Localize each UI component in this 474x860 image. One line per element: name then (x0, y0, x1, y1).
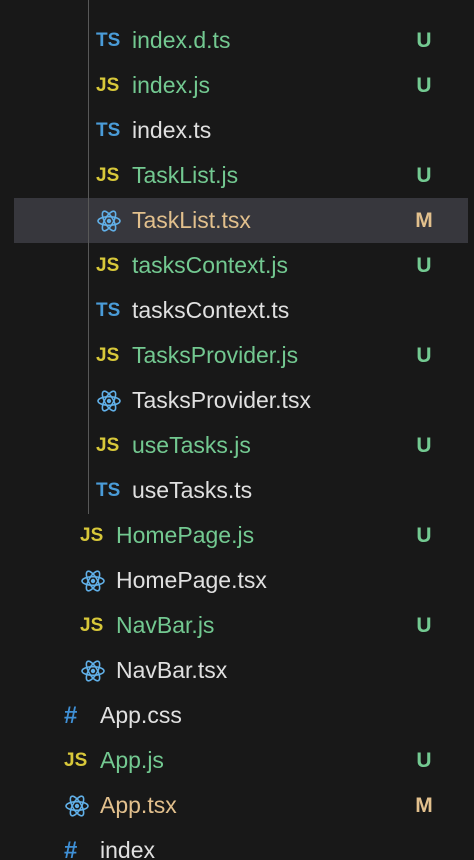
file-name: index.js (132, 72, 210, 98)
file-row[interactable]: JS index.js U (0, 63, 474, 108)
git-status-badge: M (415, 794, 433, 817)
file-row[interactable]: # index (0, 828, 474, 860)
react-icon (96, 198, 132, 243)
git-status-badge: U (416, 254, 432, 277)
file-name: TasksProvider.tsx (132, 387, 311, 413)
javascript-icon: JS (96, 164, 120, 186)
file-row[interactable]: TS useTasks.ts (0, 468, 474, 513)
typescript-icon: TS (96, 119, 121, 141)
javascript-icon: JS (96, 254, 120, 276)
css-icon: # (64, 701, 78, 729)
javascript-icon: JS (80, 524, 104, 546)
file-name: NavBar.js (116, 612, 215, 638)
git-status-badge: U (416, 29, 432, 52)
file-name: tasksContext.js (132, 252, 288, 278)
git-status-badge: U (416, 614, 432, 637)
file-row[interactable]: JS TasksProvider.js U (0, 333, 474, 378)
javascript-icon: JS (64, 749, 88, 771)
file-name: useTasks.js (132, 432, 251, 458)
file-row[interactable]: TaskList.tsx M (14, 198, 468, 243)
file-name: App.tsx (100, 792, 177, 818)
file-row[interactable]: TS index.d.ts U (0, 18, 474, 63)
css-icon: # (64, 836, 78, 860)
file-row[interactable]: JS App.js U (0, 738, 474, 783)
typescript-icon: TS (96, 299, 121, 321)
file-row[interactable]: HomePage.tsx (0, 558, 474, 603)
react-icon (80, 558, 116, 603)
file-explorer: tasks TS index.d.ts U JS index.js U TS index.ts… (0, 0, 474, 860)
git-status-badge: U (416, 524, 432, 547)
file-name: tasksContext.ts (132, 297, 290, 323)
react-icon (64, 783, 100, 828)
file-name: useTasks.ts (132, 477, 253, 503)
git-status-badge: U (416, 749, 432, 772)
git-status-badge: U (416, 434, 432, 457)
file-name: TaskList.tsx (132, 207, 251, 233)
file-row[interactable]: JS tasksContext.js U (0, 243, 474, 288)
file-name: HomePage.tsx (116, 567, 267, 593)
file-name: NavBar.tsx (116, 657, 228, 683)
file-row[interactable]: JS TaskList.js U (0, 153, 474, 198)
file-row[interactable]: NavBar.tsx (0, 648, 474, 693)
file-name: index.d.ts (132, 27, 231, 53)
folder-row-tasks[interactable]: tasks (0, 0, 474, 15)
javascript-icon: JS (96, 344, 120, 366)
file-row[interactable]: TS index.ts (0, 108, 474, 153)
file-row[interactable]: JS NavBar.js U (0, 603, 474, 648)
git-status-badge: U (416, 164, 432, 187)
file-row[interactable]: JS HomePage.js U (0, 513, 474, 558)
git-status-badge: M (415, 209, 433, 232)
file-name: index.ts (132, 117, 212, 143)
file-name: TaskList.js (132, 162, 239, 188)
file-row[interactable]: TasksProvider.tsx (0, 378, 474, 423)
javascript-icon: JS (80, 614, 104, 636)
file-name: App.css (100, 702, 182, 728)
javascript-icon: JS (96, 74, 120, 96)
file-name: HomePage.js (116, 522, 255, 548)
react-icon (80, 648, 116, 693)
file-row[interactable]: JS useTasks.js U (0, 423, 474, 468)
javascript-icon: JS (96, 434, 120, 456)
file-name: index (100, 837, 155, 860)
file-row[interactable]: TS tasksContext.ts (0, 288, 474, 333)
git-status-badge: U (416, 74, 432, 97)
file-name: App.js (100, 747, 164, 773)
file-row[interactable]: # App.css (0, 693, 474, 738)
file-name: TasksProvider.js (132, 342, 299, 368)
file-row[interactable]: App.tsx M (0, 783, 474, 828)
react-icon (96, 378, 132, 423)
folder-label: tasks (116, 0, 170, 15)
typescript-icon: TS (96, 29, 121, 51)
indent-guide (88, 0, 89, 514)
git-status-badge: U (416, 344, 432, 367)
typescript-icon: TS (96, 479, 121, 501)
